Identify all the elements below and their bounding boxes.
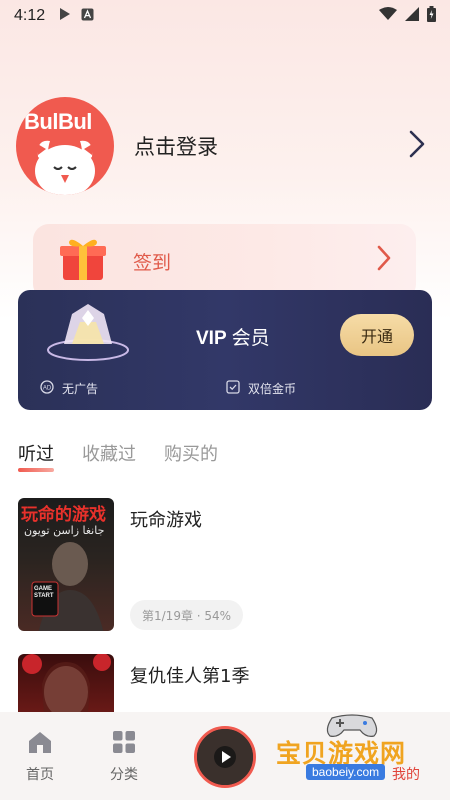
book-cover[interactable]	[18, 654, 114, 712]
vip-title-cn: 会员	[231, 327, 270, 349]
vip-title: VIP 会员	[196, 323, 270, 350]
book-progress-badge: 第1/19章 · 54%	[130, 600, 244, 630]
svg-text:AD: AD	[43, 386, 52, 392]
vip-feature-no-ads: AD 无广告	[40, 380, 98, 397]
vip-feature-label: 双倍金币	[248, 382, 297, 396]
chevron-right-icon[interactable]	[408, 129, 426, 163]
nav-category[interactable]: 分类	[110, 730, 138, 784]
watermark-url: baobeiy.com	[306, 764, 386, 780]
no-ads-icon: AD	[40, 380, 54, 397]
chevron-right-icon[interactable]	[376, 244, 392, 276]
history-tabs: 听过 收藏过 购买的	[18, 440, 246, 472]
cover-badge-text: GAME START	[34, 586, 54, 599]
avatar[interactable]: BulBul	[16, 97, 114, 195]
home-icon	[27, 730, 53, 758]
signin-label[interactable]: 签到	[133, 248, 171, 275]
mini-player[interactable]	[194, 726, 256, 788]
app-icon	[81, 7, 94, 25]
status-time: 4:12	[14, 7, 46, 24]
bird-mascot-icon	[35, 140, 95, 195]
cover-figure-image	[31, 542, 104, 631]
login-label[interactable]: 点击登录	[134, 131, 218, 161]
vip-open-button[interactable]: 开通	[340, 314, 414, 356]
nav-label: 首页	[26, 767, 54, 783]
wifi-icon	[379, 7, 397, 25]
nav-label: 分类	[110, 767, 138, 783]
gift-box-icon	[57, 234, 109, 280]
vip-feature-double-coins: 双倍金币	[226, 380, 296, 397]
battery-icon	[427, 6, 436, 26]
vip-card[interactable]: VIP 会员 开通 AD 无广告 双倍金币	[18, 290, 432, 410]
status-bar: 4:12	[0, 0, 450, 32]
tab-label: 听过	[18, 444, 54, 465]
tab-purchased[interactable]: 购买的	[164, 440, 218, 466]
list-item[interactable]: 玩命的游戏 جانغا زاسن تويون GAME START 玩命游戏 第…	[18, 498, 432, 632]
book-cover[interactable]: 玩命的游戏 جانغا زاسن تويون GAME START	[18, 498, 114, 631]
tab-active-indicator	[18, 468, 54, 472]
play-icon	[197, 729, 253, 785]
grid-icon	[112, 730, 136, 758]
cover-portrait-image	[22, 654, 111, 712]
crystal-crown-icon	[42, 300, 138, 374]
nav-mine[interactable]: 我的	[392, 764, 420, 784]
list-item[interactable]: 复仇佳人第1季	[18, 654, 432, 712]
book-title[interactable]: 玩命游戏	[130, 506, 202, 532]
vip-feature-label: 无广告	[62, 382, 99, 396]
book-title[interactable]: 复仇佳人第1季	[130, 662, 249, 688]
cover-title-text: 玩命的游戏	[21, 505, 106, 525]
checkbox-icon	[226, 380, 240, 397]
tab-listened[interactable]: 听过	[18, 440, 54, 472]
vip-title-en: VIP	[196, 328, 227, 349]
nav-home[interactable]: 首页	[26, 730, 54, 784]
tab-favorited[interactable]: 收藏过	[82, 440, 136, 466]
signin-card[interactable]: 签到	[33, 224, 416, 300]
play-store-icon	[59, 7, 71, 25]
signal-icon	[405, 7, 419, 25]
profile-row[interactable]: BulBul 点击登录	[16, 96, 434, 196]
